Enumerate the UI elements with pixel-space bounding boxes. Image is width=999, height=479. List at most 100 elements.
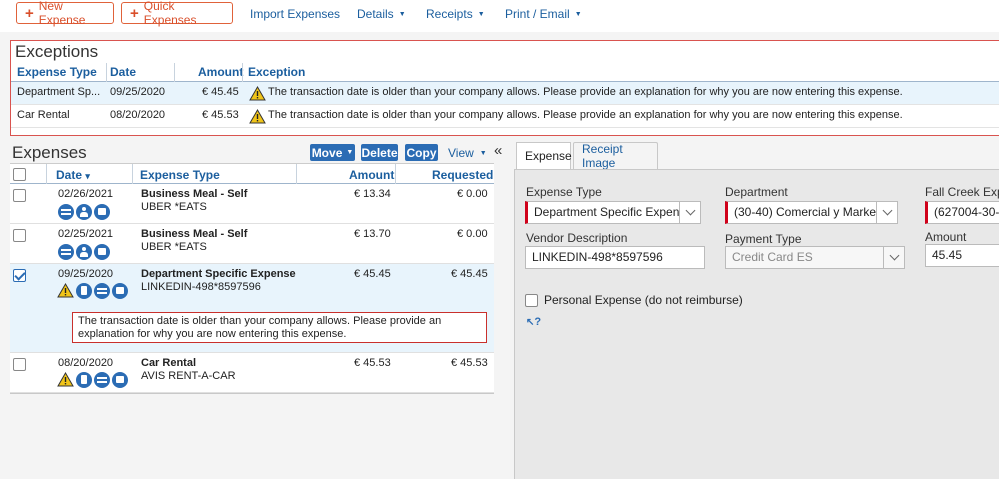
exception-row[interactable]: Department Sp... 09/25/2020 € 45.45 The … xyxy=(11,82,999,105)
department-value: (30-40) Comercial y Marketing xyxy=(734,205,896,219)
payment-type-label: Payment Type xyxy=(725,232,802,246)
details-menu[interactable]: Details ▼ xyxy=(357,7,406,21)
exc-type: Department Sp... xyxy=(17,86,101,98)
fallcreek-select[interactable]: (627004-30-40 xyxy=(925,201,999,224)
header-date[interactable]: Date ▾ xyxy=(56,168,90,182)
warning-icon xyxy=(57,283,74,298)
exc-header-date[interactable]: Date xyxy=(110,65,136,79)
expense-type-select[interactable]: Department Specific Expense xyxy=(525,201,701,224)
copy-button[interactable]: Copy xyxy=(405,144,438,161)
delete-button[interactable]: Delete xyxy=(361,144,398,161)
new-expense-label: New Expense xyxy=(38,0,86,27)
plus-icon: + xyxy=(130,4,139,22)
caret-down-icon: ▼ xyxy=(346,149,354,156)
row-date: 09/25/2020 xyxy=(58,268,114,280)
personal-expense-checkbox[interactable] xyxy=(525,293,538,307)
tab-expense[interactable]: Expense xyxy=(516,142,572,169)
personal-expense-row[interactable]: Personal Expense (do not reimburse) xyxy=(525,293,743,307)
row-icons xyxy=(58,244,110,260)
row-amount: € 13.34 xyxy=(354,188,391,200)
card-icon xyxy=(58,244,74,260)
exc-date: 09/25/2020 xyxy=(110,86,166,98)
expense-type-label: Expense Type xyxy=(526,185,602,199)
row-checkbox[interactable] xyxy=(13,189,26,202)
vendor-label: Vendor Description xyxy=(526,231,628,245)
bubble-icon xyxy=(94,204,110,220)
row-amount: € 45.53 xyxy=(354,357,391,369)
caret-down-icon: ▼ xyxy=(398,11,406,18)
expense-detail-panel: Expense Receipt Image Expense Type Depar… xyxy=(514,140,999,479)
payment-type-value: Credit Card ES xyxy=(732,250,813,264)
expense-type-value: Department Specific Expense xyxy=(534,205,693,219)
chevron-down-icon[interactable] xyxy=(679,202,700,223)
row-checkbox[interactable] xyxy=(13,229,26,242)
row-requested: € 45.45 xyxy=(451,268,488,280)
vendor-description-input[interactable]: LINKEDIN-498*8597596 xyxy=(525,246,705,269)
amount-input[interactable]: 45.45 xyxy=(925,244,999,267)
receipts-menu[interactable]: Receipts ▼ xyxy=(426,7,485,21)
row-expense-type: Department Specific Expense xyxy=(141,268,296,280)
collapse-panel-button[interactable]: « xyxy=(494,142,502,159)
row-checkbox[interactable] xyxy=(13,358,26,371)
chevron-down-icon[interactable] xyxy=(883,247,904,268)
expense-row[interactable]: 02/26/2021 Business Meal - Self UBER *EA… xyxy=(10,184,494,224)
exceptions-panel: Exceptions Expense Type Date Amount Exce… xyxy=(10,40,999,136)
row-checkbox[interactable] xyxy=(13,269,26,282)
department-label: Department xyxy=(725,185,788,199)
details-label: Details xyxy=(357,7,394,21)
exc-header-type[interactable]: Expense Type xyxy=(17,65,97,79)
header-requested[interactable]: Requested xyxy=(432,168,493,182)
row-vendor: UBER *EATS xyxy=(141,241,207,253)
personal-expense-label: Personal Expense (do not reimburse) xyxy=(544,293,743,307)
chevron-down-icon[interactable] xyxy=(876,202,897,223)
view-label: View xyxy=(448,146,474,160)
caret-down-icon: ▼ xyxy=(574,11,582,18)
fallcreek-label: Fall Creek Expe xyxy=(925,185,999,199)
exc-amount: € 45.53 xyxy=(202,109,239,121)
department-select[interactable]: (30-40) Comercial y Marketing xyxy=(725,201,898,224)
new-expense-button[interactable]: + New Expense xyxy=(16,0,114,27)
select-all-checkbox[interactable] xyxy=(13,168,26,181)
payment-type-select[interactable]: Credit Card ES xyxy=(725,246,905,269)
exc-header-exception[interactable]: Exception xyxy=(248,65,305,79)
exceptions-title: Exceptions xyxy=(15,42,99,61)
plus-icon: + xyxy=(25,4,34,22)
expense-row[interactable]: 08/20/2020 Car Rental AVIS RENT-A-CAR € … xyxy=(10,353,494,393)
expense-row[interactable]: 09/25/2020 Department Specific Expense L… xyxy=(10,264,494,353)
expenses-title: Expenses xyxy=(12,143,87,162)
print-email-menu[interactable]: Print / Email ▼ xyxy=(505,7,582,21)
receipts-label: Receipts xyxy=(426,7,473,21)
row-amount: € 45.45 xyxy=(354,268,391,280)
exc-amount: € 45.45 xyxy=(202,86,239,98)
row-date: 02/26/2021 xyxy=(58,188,114,200)
header-expense-type[interactable]: Expense Type xyxy=(140,168,220,182)
help-icon[interactable]: ↖? xyxy=(526,316,541,328)
tab-receipt-image[interactable]: Receipt Image xyxy=(573,142,658,170)
header-date-label: Date xyxy=(56,168,83,182)
receipt-icon xyxy=(76,372,92,388)
exc-date: 08/20/2020 xyxy=(110,109,166,121)
attendee-icon xyxy=(76,244,92,260)
import-expenses-link[interactable]: Import Expenses xyxy=(250,7,340,21)
card-icon xyxy=(94,372,110,388)
exception-row[interactable]: Car Rental 08/20/2020 € 45.53 The transa… xyxy=(11,105,999,128)
row-requested: € 0.00 xyxy=(457,188,488,200)
header-amount[interactable]: Amount xyxy=(349,168,394,182)
caret-down-icon: ▼ xyxy=(477,11,485,18)
row-expense-type: Business Meal - Self xyxy=(141,188,248,200)
row-icons xyxy=(58,204,110,220)
expense-row[interactable]: 02/25/2021 Business Meal - Self UBER *EA… xyxy=(10,224,494,264)
help-label: ? xyxy=(534,316,542,328)
view-menu[interactable]: View ▼ xyxy=(448,146,487,160)
row-amount: € 13.70 xyxy=(354,228,391,240)
quick-expenses-button[interactable]: + Quick Expenses xyxy=(121,0,233,27)
move-button[interactable]: Move ▼ xyxy=(310,144,355,161)
expense-form: Expense Type Department Specific Expense… xyxy=(514,169,999,479)
exc-type: Car Rental xyxy=(17,109,70,121)
row-vendor: AVIS RENT-A-CAR xyxy=(141,370,236,382)
bubble-icon xyxy=(112,283,128,299)
exc-header-amount[interactable]: Amount xyxy=(198,65,243,79)
row-icons xyxy=(57,283,128,299)
bubble-icon xyxy=(94,244,110,260)
toolbar: + New Expense + Quick Expenses Import Ex… xyxy=(0,0,999,32)
